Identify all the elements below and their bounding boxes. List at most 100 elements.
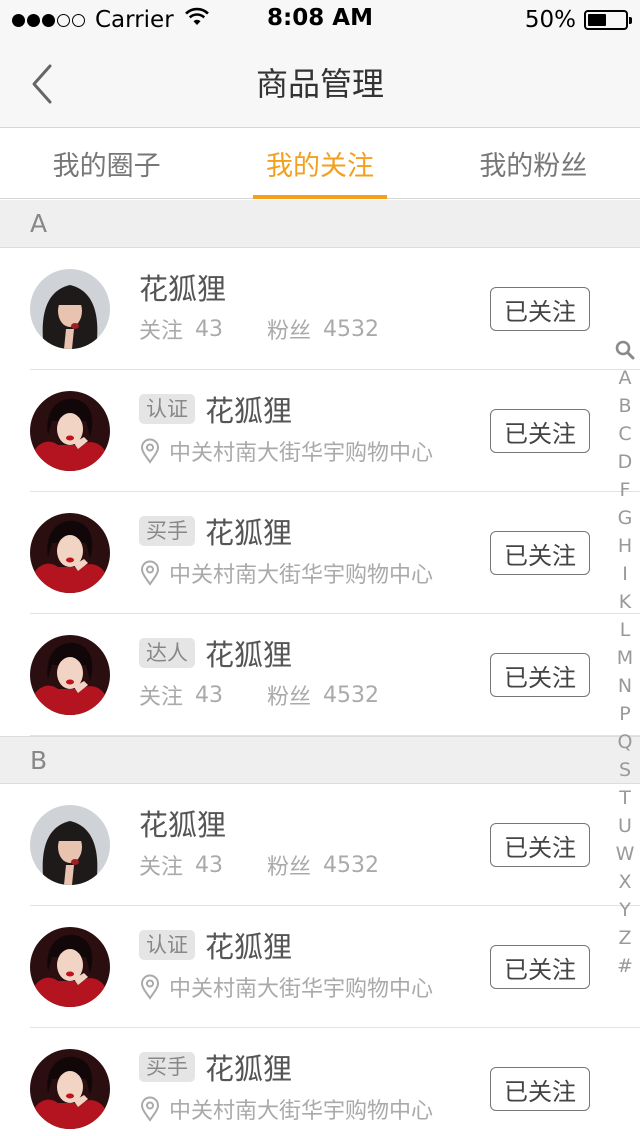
location-pin-icon xyxy=(139,560,161,586)
list-item[interactable]: 达人 花狐狸 关注 43 粉丝 4532 已关注 xyxy=(0,614,640,736)
following-count: 43 xyxy=(195,682,224,708)
user-meta: 中关村南大街华宇购物中心 xyxy=(139,556,433,590)
alphabet-index[interactable]: A B C D F G H I K L M N P Q S T U W X Y Z # xyxy=(610,336,640,980)
list-item[interactable]: 认证 花狐狸中关村南大街华宇购物中心 已关注 xyxy=(0,370,640,492)
user-meta: 关注 43 粉丝 4532 xyxy=(139,312,423,346)
avatar[interactable] xyxy=(30,927,110,1007)
battery-icon xyxy=(584,10,632,30)
status-left: Carrier xyxy=(12,5,210,35)
index-letter[interactable]: M xyxy=(617,644,633,672)
signal-dot xyxy=(72,13,85,27)
status-bar: Carrier 8:08 AM 50% xyxy=(0,0,640,40)
index-letter[interactable]: P xyxy=(619,700,630,728)
followed-button[interactable]: 已关注 xyxy=(490,945,590,989)
user-name: 花狐狸 xyxy=(205,394,293,428)
index-letter[interactable]: G xyxy=(618,504,633,532)
following-count: 43 xyxy=(195,316,224,342)
index-letter[interactable]: D xyxy=(618,448,633,476)
user-meta: 中关村南大街华宇购物中心 xyxy=(139,434,433,468)
index-letter[interactable]: H xyxy=(618,532,632,560)
index-letter[interactable]: N xyxy=(618,672,632,700)
followed-button[interactable]: 已关注 xyxy=(490,531,590,575)
index-letter[interactable]: K xyxy=(619,588,631,616)
user-name: 花狐狸 xyxy=(139,808,227,842)
row-divider xyxy=(30,735,640,736)
user-meta: 关注 43 粉丝 4532 xyxy=(139,678,423,712)
user-badge: 买手 xyxy=(139,1052,195,1082)
fans-label: 粉丝 xyxy=(267,855,312,880)
user-meta: 中关村南大街华宇购物中心 xyxy=(139,1092,433,1126)
index-letter[interactable]: X xyxy=(618,868,631,896)
index-letter[interactable]: I xyxy=(622,560,628,588)
name-line: 花狐狸 xyxy=(139,266,226,308)
name-line: 认证 花狐狸 xyxy=(139,388,292,430)
tab-my-following[interactable]: 我的关注 xyxy=(213,129,426,199)
name-line: 认证 花狐狸 xyxy=(139,924,292,966)
section-header: A xyxy=(0,200,640,248)
tab-my-circle[interactable]: 我的圈子 xyxy=(0,129,213,198)
avatar[interactable] xyxy=(30,269,110,349)
user-badge: 认证 xyxy=(139,394,195,424)
signal-strength-icon xyxy=(12,13,87,27)
list-item[interactable]: 买手 花狐狸中关村南大街华宇购物中心 已关注 xyxy=(0,1028,640,1136)
followed-button[interactable]: 已关注 xyxy=(490,1067,590,1111)
index-letter[interactable]: S xyxy=(619,756,631,784)
tab-bar: 我的圈子 我的关注 我的粉丝 xyxy=(0,129,640,199)
tab-label: 我的关注 xyxy=(265,151,374,182)
following-list[interactable]: A 花狐狸 关注 43 粉丝 4532 已关注 认证 花狐狸 中关村南大街华宇购物中心 已关注 买手花… xyxy=(0,200,640,1136)
location-text: 中关村南大街华宇购物中心 xyxy=(169,1099,434,1124)
battery-cap xyxy=(629,17,632,24)
avatar[interactable] xyxy=(30,635,110,715)
index-letter[interactable]: # xyxy=(617,952,633,980)
following-count: 43 xyxy=(195,852,224,878)
wifi-icon xyxy=(184,7,210,33)
followed-button[interactable]: 已关注 xyxy=(490,823,590,867)
user-name: 花狐狸 xyxy=(205,930,293,964)
list-item[interactable]: 买手 花狐狸中关村南大街华宇购物中心 已关注 xyxy=(0,492,640,614)
index-letter[interactable]: Q xyxy=(618,728,633,756)
index-letter[interactable]: A xyxy=(619,364,632,392)
fans-count: 4532 xyxy=(323,316,380,342)
list-item[interactable]: 花狐狸 关注 43 粉丝 4532 已关注 xyxy=(0,784,640,906)
back-button[interactable] xyxy=(14,56,70,112)
user-name: 花狐狸 xyxy=(205,516,293,550)
followed-button[interactable]: 已关注 xyxy=(490,409,590,453)
index-letter[interactable]: Y xyxy=(619,896,631,924)
index-letter[interactable]: C xyxy=(618,420,631,448)
location-text: 中关村南大街华宇购物中心 xyxy=(169,563,434,588)
avatar[interactable] xyxy=(30,391,110,471)
signal-dot xyxy=(12,13,25,27)
carrier-label: Carrier xyxy=(95,7,174,33)
user-badge: 达人 xyxy=(139,638,195,668)
followed-button[interactable]: 已关注 xyxy=(490,653,590,697)
list-item[interactable]: 认证 花狐狸中关村南大街华宇购物中心 已关注 xyxy=(0,906,640,1028)
following-label: 关注 xyxy=(139,319,184,344)
navigation-bar: 商品管理 xyxy=(0,40,640,128)
signal-dot xyxy=(42,13,55,27)
fans-label: 粉丝 xyxy=(267,685,312,710)
battery-level xyxy=(588,14,606,26)
avatar[interactable] xyxy=(30,805,110,885)
user-badge: 买手 xyxy=(139,516,195,546)
list-item[interactable]: 花狐狸 关注 43 粉丝 4532 已关注 xyxy=(0,248,640,370)
index-letter[interactable]: Z xyxy=(618,924,631,952)
followed-button[interactable]: 已关注 xyxy=(490,287,590,331)
following-label: 关注 xyxy=(139,685,184,710)
name-line: 买手 花狐狸 xyxy=(139,510,292,552)
user-name: 花狐狸 xyxy=(205,1052,293,1086)
index-letter[interactable]: B xyxy=(618,392,631,420)
index-letter[interactable]: U xyxy=(618,812,632,840)
index-letter[interactable]: F xyxy=(620,476,631,504)
signal-dot xyxy=(27,13,40,27)
search-icon[interactable] xyxy=(615,336,635,364)
location-pin-icon xyxy=(139,1096,161,1122)
location-pin-icon xyxy=(139,438,161,464)
index-letter[interactable]: T xyxy=(619,784,631,812)
avatar[interactable] xyxy=(30,1049,110,1129)
index-letter[interactable]: W xyxy=(616,840,635,868)
fans-count: 4532 xyxy=(323,852,380,878)
index-letter[interactable]: L xyxy=(620,616,631,644)
tab-my-fans[interactable]: 我的粉丝 xyxy=(427,129,640,198)
location-text: 中关村南大街华宇购物中心 xyxy=(169,977,434,1002)
avatar[interactable] xyxy=(30,513,110,593)
